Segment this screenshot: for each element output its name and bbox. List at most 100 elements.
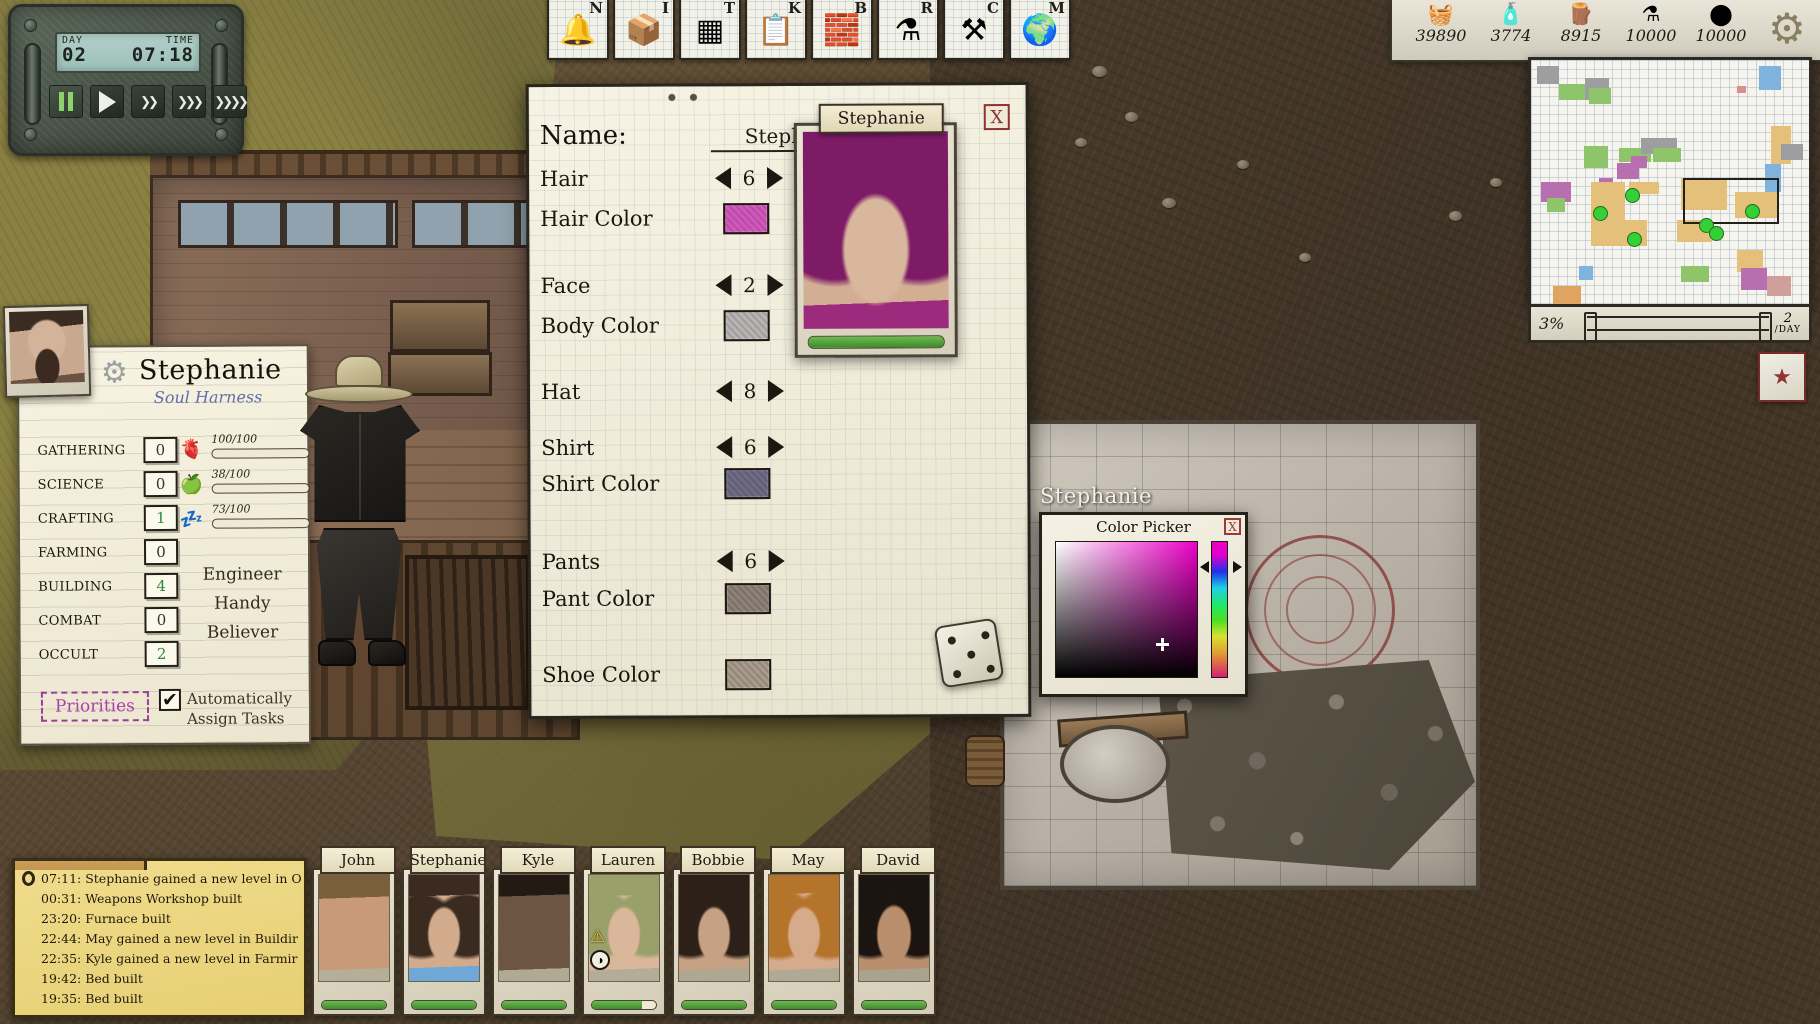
pant-color-swatch[interactable] xyxy=(724,583,771,615)
colonist-card-bobbie[interactable]: Bobbie xyxy=(672,846,756,1016)
prev-arrow-icon[interactable] xyxy=(716,550,733,573)
next-arrow-icon[interactable] xyxy=(767,273,784,297)
log-entry: 07:11: Stephanie gained a new level in O xyxy=(41,871,302,886)
tool-bricks-icon[interactable]: B 🧱 xyxy=(811,0,873,60)
shelf-upper[interactable] xyxy=(390,300,490,352)
minimap[interactable] xyxy=(1528,57,1812,307)
speed-3x-button[interactable]: ❯❯❯ xyxy=(172,85,206,118)
skill-value[interactable]: 0 xyxy=(143,436,178,464)
tool-clipboard-icon[interactable]: K 📋 xyxy=(745,0,807,60)
face-value: 2 xyxy=(743,273,756,298)
skill-row[interactable]: COMBAT 0 xyxy=(38,603,179,638)
tool-anvil-icon[interactable]: C ⚒ xyxy=(943,0,1005,60)
skill-value[interactable]: 0 xyxy=(143,470,178,498)
color-picker-sv-field[interactable] xyxy=(1055,541,1198,678)
colonist-card-stephanie[interactable]: Stephanie xyxy=(402,846,486,1016)
colonist-name: Lauren xyxy=(590,846,666,874)
priorities-button[interactable]: Priorities xyxy=(40,691,149,722)
shirt-preview xyxy=(300,405,420,522)
hair-stepper[interactable]: 6 xyxy=(714,166,784,191)
lcd-display: DAY TIME 02 07:18 xyxy=(55,32,201,73)
prev-arrow-icon[interactable] xyxy=(715,380,733,403)
minimap-colonist-dot[interactable] xyxy=(1745,204,1760,219)
day-rate-number: 2 xyxy=(1783,310,1792,326)
prev-arrow-icon[interactable] xyxy=(714,167,732,190)
tool-zone-tiles-icon[interactable]: T ▦ xyxy=(679,0,741,60)
speed-4x-button[interactable]: ❯❯❯❯ xyxy=(213,85,249,118)
auto-assign-tasks-toggle[interactable]: ✔ Automatically Assign Tasks xyxy=(158,688,309,729)
skill-value[interactable]: 2 xyxy=(144,640,179,668)
shoe-color-swatch[interactable] xyxy=(725,659,772,691)
close-icon[interactable]: X xyxy=(1224,518,1241,535)
hat-stepper[interactable]: 8 xyxy=(715,379,785,403)
prev-arrow-icon[interactable] xyxy=(716,436,733,459)
next-arrow-icon[interactable] xyxy=(768,435,785,459)
ritual-circle[interactable] xyxy=(1245,535,1395,685)
dice-icon[interactable] xyxy=(933,617,1005,689)
skill-row[interactable]: GATHERING 0 xyxy=(37,433,178,468)
option-shirt: Shirt 6 xyxy=(541,435,801,460)
mood-icon[interactable]: ◑ xyxy=(590,950,610,970)
pants-stepper[interactable]: 6 xyxy=(716,549,785,573)
color-picker-dialog[interactable]: Color Picker X xyxy=(1039,512,1248,697)
colonist-card-lauren[interactable]: Lauren ⚠ ◑ xyxy=(582,846,666,1016)
time-control-panel[interactable]: DAY TIME 02 07:18 ❯❯ ❯❯❯ ❯❯❯❯ xyxy=(8,4,249,156)
face-stepper[interactable]: 2 xyxy=(715,273,784,298)
close-icon[interactable]: X xyxy=(983,103,1010,131)
checkbox-checked-icon[interactable]: ✔ xyxy=(158,688,182,712)
skill-row[interactable]: OCCULT 2 xyxy=(39,637,179,672)
next-arrow-icon[interactable] xyxy=(766,166,784,190)
prev-arrow-icon[interactable] xyxy=(715,274,732,297)
hair-color-swatch[interactable] xyxy=(723,203,770,235)
skill-value[interactable]: 1 xyxy=(143,504,178,532)
day-progress-percent: 3% xyxy=(1539,314,1565,333)
color-picker-hue-slider[interactable] xyxy=(1211,541,1228,678)
minimap-rock xyxy=(1537,66,1559,84)
hair-value: 6 xyxy=(742,166,756,191)
minimap-colonist-dot[interactable] xyxy=(1593,206,1608,221)
speed-2x-button[interactable]: ❯❯ xyxy=(131,85,165,118)
colonist-card-may[interactable]: May xyxy=(762,846,846,1016)
skill-value[interactable]: 0 xyxy=(144,606,179,634)
stone-table[interactable] xyxy=(1060,725,1170,803)
character-name: Stephanie xyxy=(138,354,282,387)
play-button[interactable] xyxy=(90,85,124,118)
colonist-card-john[interactable]: John xyxy=(312,846,396,1016)
colonist-card-kyle[interactable]: Kyle xyxy=(492,846,576,1016)
body-color-swatch[interactable] xyxy=(723,310,770,342)
colonist-bar[interactable]: John Stephanie Kyle Lauren ⚠ ◑ Bobbie Ma… xyxy=(312,846,936,1016)
event-log[interactable]: 07:11: Stephanie gained a new level in O… xyxy=(12,858,307,1018)
warning-icon[interactable]: ⚠ xyxy=(590,928,610,946)
minimap-viewport-rect[interactable] xyxy=(1683,178,1779,224)
speed-button-group[interactable]: ❯❯ ❯❯❯ ❯❯❯❯ xyxy=(49,85,249,118)
color-picker-cursor xyxy=(1156,638,1169,651)
skill-row[interactable]: BUILDING 4 xyxy=(38,569,179,604)
need-health: 🫀 100/100 xyxy=(179,432,310,470)
shirt-color-swatch[interactable] xyxy=(724,468,771,500)
minimap-canvas[interactable] xyxy=(1531,60,1809,304)
pause-button[interactable] xyxy=(49,85,83,118)
minimap-colonist-dot[interactable] xyxy=(1625,188,1640,203)
barrel[interactable] xyxy=(965,735,1005,787)
skill-row[interactable]: FARMING 0 xyxy=(38,535,179,570)
minimap-colonist-dot[interactable] xyxy=(1709,226,1724,241)
tool-crate-icon[interactable]: I 📦 xyxy=(613,0,675,60)
skill-value[interactable]: 4 xyxy=(144,572,179,600)
tool-globe-icon[interactable]: M 🌍 xyxy=(1009,0,1071,60)
colonist-card-david[interactable]: David xyxy=(852,846,936,1016)
event-card-icon[interactable]: ★ xyxy=(1758,352,1806,402)
next-arrow-icon[interactable] xyxy=(768,549,785,573)
shirt-stepper[interactable]: 6 xyxy=(716,435,785,459)
minimap-colonist-dot[interactable] xyxy=(1627,232,1642,247)
tool-flask-icon[interactable]: R ⚗ xyxy=(877,0,939,60)
skill-row[interactable]: CRAFTING 1 xyxy=(38,501,178,536)
next-arrow-icon[interactable] xyxy=(767,379,785,403)
need-hunger-bar xyxy=(211,483,310,494)
tool-bell-icon[interactable]: N 🔔 xyxy=(547,0,609,60)
character-info-panel[interactable]: ⚙ Stephanie Soul Harness GATHERING 0 SCI… xyxy=(16,344,312,746)
build-toolbar[interactable]: N 🔔 I 📦 T ▦ K 📋 B 🧱 R ⚗ C ⚒ M 🌍 xyxy=(547,0,1071,60)
skill-label: CRAFTING xyxy=(37,510,114,527)
skill-row[interactable]: SCIENCE 0 xyxy=(38,467,178,502)
skill-value[interactable]: 0 xyxy=(143,538,179,566)
gate[interactable] xyxy=(405,555,530,710)
